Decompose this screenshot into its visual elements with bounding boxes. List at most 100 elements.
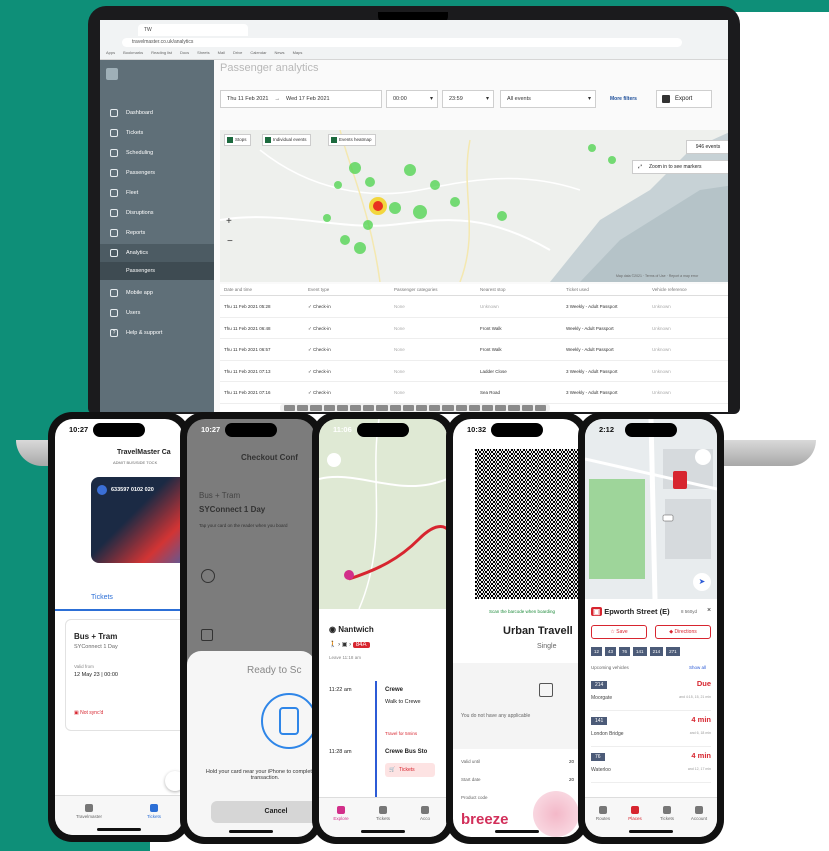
page-title: Passenger analytics bbox=[220, 62, 319, 74]
departure-row[interactable]: 141 London Bridge 4 min and 6, 18 min bbox=[591, 713, 711, 747]
bookmark[interactable]: Bookmarks bbox=[123, 50, 143, 58]
nav-account[interactable]: Account bbox=[689, 806, 709, 821]
bookmark[interactable]: Docs bbox=[180, 50, 189, 58]
nav-tickets[interactable]: Tickets bbox=[373, 806, 393, 821]
ticket-card[interactable]: Bus + Tram SYConnect 1 Day Valid from 12… bbox=[65, 619, 183, 731]
back-button[interactable] bbox=[327, 453, 341, 467]
time-from-select[interactable]: 00:00 ▾ bbox=[386, 90, 438, 108]
toggle-stops[interactable]: Stops bbox=[224, 134, 251, 146]
origin-stop-name: Nantwich bbox=[338, 625, 374, 634]
table-row[interactable]: Thu 11 Feb 2021 05:28 ✓ Check-in None Unkno… bbox=[220, 296, 728, 318]
tab-tickets[interactable]: Tickets bbox=[55, 585, 183, 611]
column-header[interactable]: Event type bbox=[308, 284, 394, 295]
bookmark[interactable]: Apps bbox=[106, 50, 115, 58]
cell-vehicle: Unknown bbox=[652, 347, 671, 352]
route-chip[interactable]: 76 bbox=[619, 647, 631, 656]
nav-label: Tickets bbox=[659, 816, 675, 821]
start-date-value: 20 bbox=[569, 777, 575, 782]
route-chip[interactable]: 141 bbox=[633, 647, 647, 656]
sheet-title: Ready to Sc bbox=[247, 665, 302, 676]
bookmark[interactable]: Maps bbox=[293, 50, 303, 58]
ticket-title: Urban Travell bbox=[503, 625, 573, 637]
nav-tickets[interactable]: Tickets bbox=[139, 804, 169, 819]
stop-map[interactable]: ➤ bbox=[585, 419, 717, 600]
directions-button[interactable]: ◆ Directions bbox=[655, 625, 711, 639]
map-canvas bbox=[220, 130, 728, 282]
zoom-in-button[interactable]: + bbox=[226, 216, 232, 227]
sidebar-item-disruptions[interactable]: Disruptions bbox=[100, 204, 214, 222]
save-button[interactable]: ☆ Save bbox=[591, 625, 647, 639]
sidebar-item-label: Passengers bbox=[126, 170, 156, 176]
bookmark[interactable]: Drive bbox=[233, 50, 242, 58]
breeze-logo: breeze bbox=[461, 811, 509, 828]
event-type-select[interactable]: All events ▾ bbox=[500, 90, 596, 108]
sidebar-item-users[interactable]: Users bbox=[100, 304, 214, 322]
search-icon[interactable] bbox=[695, 449, 711, 465]
nav-account[interactable]: Acco bbox=[415, 806, 435, 821]
cell-category: None bbox=[394, 390, 405, 395]
bookmark[interactable]: News bbox=[275, 50, 285, 58]
address-bar[interactable]: travelmaster.co.uk/analytics bbox=[122, 38, 682, 47]
stop-map-canvas bbox=[585, 419, 717, 600]
toggle-individual-events[interactable]: Individual events bbox=[262, 134, 311, 146]
sidebar-item-passengers[interactable]: Passengers bbox=[100, 164, 214, 182]
nav-tickets[interactable]: Tickets bbox=[657, 806, 677, 821]
cancel-button[interactable]: Cancel bbox=[211, 801, 315, 823]
column-header[interactable]: Nearest stop bbox=[480, 284, 566, 295]
nav-label: Travelmaster bbox=[75, 814, 103, 819]
sidebar-item-dashboard[interactable]: Dashboard bbox=[100, 104, 214, 122]
route-chip[interactable]: 43 bbox=[605, 647, 617, 656]
departure-row[interactable]: 76 Waterloo 4 min and 12, 17 min bbox=[591, 749, 711, 783]
zoom-out-button[interactable]: − bbox=[227, 236, 233, 247]
nav-places[interactable]: Places bbox=[625, 806, 645, 821]
time-to-select[interactable]: 23:59 ▾ bbox=[442, 90, 494, 108]
route-chip[interactable]: 214 bbox=[649, 647, 664, 656]
table-row[interactable]: Thu 11 Feb 2021 07:13 ✓ Check-in None Ladde… bbox=[220, 361, 728, 382]
dashboard-icon bbox=[110, 109, 118, 117]
table-row[interactable]: Thu 11 Feb 2021 07:16 ✓ Check-in None Sea R… bbox=[220, 382, 728, 404]
heatmap-map[interactable]: Stops Individual events Events heatmap 9… bbox=[220, 130, 728, 282]
column-header[interactable]: Passenger categories bbox=[394, 284, 480, 295]
zoom-to-see-markers-button[interactable]: ⤢ Zoom in to see markers bbox=[632, 160, 728, 174]
bookmark[interactable]: Mail bbox=[218, 50, 225, 58]
bookmark[interactable]: Reading list bbox=[151, 50, 172, 58]
sidebar-item-mobile-app[interactable]: Mobile app bbox=[100, 284, 214, 302]
phone-wallet: 10:27 TravelMaster Ca ADMIT BUS/SIDE TOC… bbox=[48, 412, 190, 842]
browser-tab[interactable]: TW bbox=[138, 24, 248, 36]
toggle-events-heatmap[interactable]: Events heatmap bbox=[328, 134, 376, 146]
nav-travelmaster[interactable]: Travelmaster bbox=[69, 804, 109, 819]
pin-icon bbox=[337, 806, 345, 814]
more-filters-link[interactable]: More filters bbox=[610, 90, 637, 108]
sidebar-item-fleet[interactable]: Fleet bbox=[100, 184, 214, 202]
sidebar-item-reports[interactable]: Reports bbox=[100, 224, 214, 242]
sidebar-item-help[interactable]: ? Help & support bbox=[100, 324, 214, 342]
sidebar-item-tickets[interactable]: Tickets bbox=[100, 124, 214, 142]
departure-row[interactable]: 214 Moorgate Due and 4:15, 15, 21 min bbox=[591, 677, 711, 711]
table-row[interactable]: Thu 11 Feb 2021 06:57 ✓ Check-in None Front… bbox=[220, 339, 728, 361]
bookmark[interactable]: Sheets bbox=[197, 50, 209, 58]
route-chip[interactable]: 12 bbox=[591, 647, 603, 656]
ticket-icon bbox=[150, 804, 158, 812]
export-button[interactable]: Export bbox=[656, 90, 712, 108]
sidebar-item-scheduling[interactable]: Scheduling bbox=[100, 144, 214, 162]
nav-explore[interactable]: Explore bbox=[331, 806, 351, 821]
smartcard[interactable]: 633597 0102 020 bbox=[91, 477, 183, 563]
table-row[interactable]: Thu 11 Feb 2021 06:48 ✓ Check-in None Front… bbox=[220, 318, 728, 339]
column-header[interactable]: Ticket used bbox=[566, 284, 652, 295]
nav-routes[interactable]: Routes bbox=[593, 806, 613, 821]
sidebar-item-analytics[interactable]: Analytics bbox=[100, 244, 214, 262]
close-icon[interactable]: × bbox=[707, 607, 711, 614]
column-header[interactable]: Date and time bbox=[220, 284, 308, 295]
show-all-link[interactable]: Show all bbox=[689, 665, 706, 670]
tickets-button[interactable]: 🛒 Tickets bbox=[385, 763, 435, 777]
date-range-picker[interactable]: Thu 11 Feb 2021 → Wed 17 Feb 2021 bbox=[220, 90, 382, 108]
route-map[interactable] bbox=[319, 419, 447, 610]
home-indicator bbox=[229, 830, 273, 833]
cell-date: Thu 11 Feb 2021 05:28 bbox=[224, 304, 271, 309]
bookmark[interactable]: Calendar bbox=[250, 50, 266, 58]
cell-vehicle: Unknown bbox=[652, 304, 671, 309]
route-chip[interactable]: 271 bbox=[666, 647, 680, 656]
column-header[interactable]: Vehicle reference bbox=[652, 284, 728, 295]
locate-me-icon[interactable]: ➤ bbox=[693, 573, 711, 591]
sidebar-subitem-passengers[interactable]: Passengers bbox=[100, 262, 214, 280]
